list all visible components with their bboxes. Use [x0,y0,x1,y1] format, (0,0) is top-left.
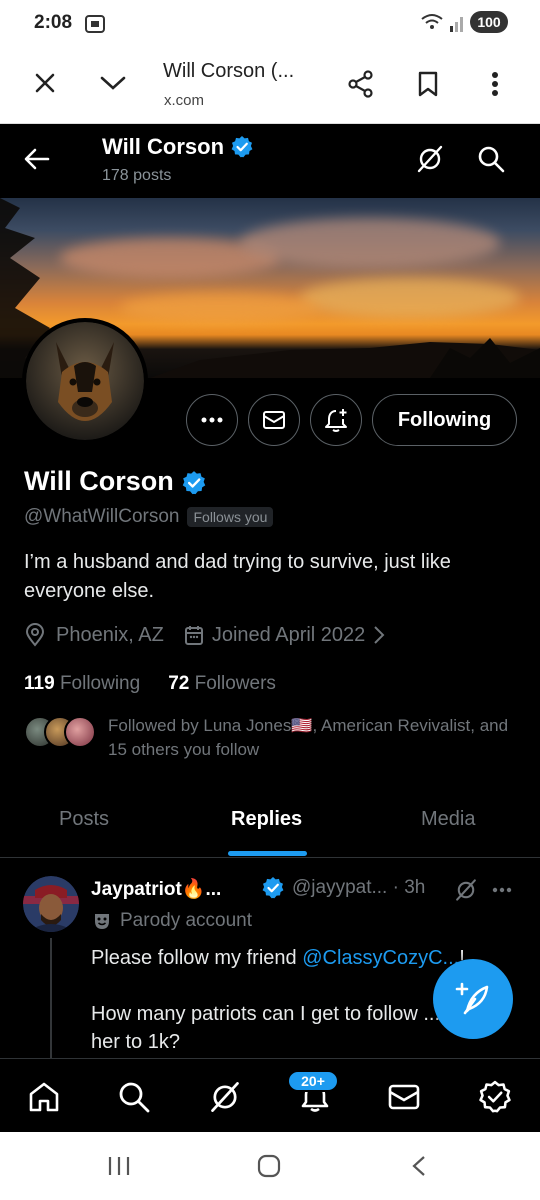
thread-line [50,938,52,1058]
status-time: 2:08 [34,12,73,33]
close-icon[interactable] [28,66,62,100]
theater-mask-icon [95,914,109,929]
search-icon[interactable] [476,144,508,176]
tab-media[interactable]: Media [421,808,475,831]
header-post-count: 178 posts [102,167,172,184]
profile-name: Will Corson [24,466,206,497]
tweet-author-avatar[interactable] [23,876,79,932]
battery-indicator: 100 [470,11,508,33]
grok-icon[interactable] [207,1079,243,1115]
notify-button[interactable] [310,394,362,446]
tweet-author-handle[interactable]: @jayypat... · 3h [292,877,425,899]
search-icon[interactable] [116,1079,152,1115]
home-icon[interactable] [26,1079,62,1115]
calendar-icon [184,626,203,645]
tweet-mention-link[interactable]: @ClassyCozyC... [302,947,459,969]
profile-avatar[interactable] [22,318,148,444]
browser-url[interactable]: x.com [164,92,204,109]
verified-badge-icon[interactable] [181,470,206,494]
mail-icon[interactable] [386,1079,422,1115]
profile-name-text: Will Corson [24,466,174,496]
tweet-text-part: Please follow my friend [91,947,303,969]
status-bar: 2:08 100 [0,0,540,46]
profile-bio: I’m a husband and dad trying to survive,… [24,551,451,602]
more-vertical-icon[interactable] [478,66,512,102]
compose-post-button[interactable] [433,959,513,1039]
mail-icon [263,411,285,429]
followers-label: Followers [194,673,276,694]
share-icon[interactable] [343,66,379,102]
tab-posts[interactable]: Posts [59,808,109,831]
chevron-right-icon[interactable] [373,625,385,645]
wifi-signal-icon [420,12,466,39]
parody-text: Parody account [120,910,253,931]
browser-toolbar: Will Corson (... x.com [0,46,540,124]
premium-verified-icon[interactable] [477,1079,513,1115]
location-pin-icon [25,623,45,647]
android-navigation-bar [0,1132,540,1200]
follow-stats: 119 Following 72 Followers [24,673,276,695]
browser-page-title: Will Corson (... [163,60,295,82]
profile-tabs: Posts Replies Media [0,790,540,858]
profile-header-bar: Will Corson 178 posts [0,124,540,198]
following-label: Following [59,673,141,694]
followed-by-text: Followed by Luna Jones🇺🇸, American Reviv… [108,716,509,759]
follower-avatars [24,716,96,748]
profile-handle: @WhatWillCorson Follows you [24,506,274,528]
recent-apps-icon[interactable] [106,1154,132,1183]
home-circle-icon[interactable] [256,1153,282,1184]
parody-label: Parody account [92,910,252,932]
follower-avatar [64,716,96,748]
followed-by-section[interactable]: Followed by Luna Jones🇺🇸, American Reviv… [24,714,524,762]
back-arrow-icon[interactable] [22,144,54,176]
header-name-text: Will Corson [102,134,225,159]
joined-date[interactable]: Joined April 2022 [212,624,365,647]
header-profile-name: Will Corson [102,134,254,160]
bottom-navigation: 20+ [0,1058,540,1132]
followers-count: 72 [168,673,190,694]
grok-icon[interactable] [415,144,447,176]
grok-icon[interactable] [454,878,478,907]
more-horizontal-icon [201,417,223,423]
more-options-button[interactable] [186,394,238,446]
tab-replies[interactable]: Replies [231,808,302,831]
followers-count-link[interactable]: 72 Followers [168,673,276,695]
bell-plus-icon [325,409,347,432]
message-button[interactable] [248,394,300,446]
following-count-link[interactable]: 119 Following [24,673,140,695]
following-button[interactable]: Following [372,394,517,446]
screen-cast-icon [84,14,106,39]
following-count: 119 [24,673,55,694]
tweet-author-name[interactable]: Jaypatriot🔥... [91,877,221,901]
handle-text: @WhatWillCorson [24,506,180,527]
more-horizontal-icon[interactable] [492,880,512,898]
notification-count-badge: 20+ [287,1070,339,1092]
profile-meta: Phoenix, AZ Joined April 2022 [24,623,385,647]
back-chevron-icon[interactable] [408,1154,432,1183]
chevron-down-icon[interactable] [96,66,130,100]
bookmark-icon[interactable] [410,66,446,102]
feather-plus-icon [455,982,489,1015]
verified-badge-icon [261,876,285,905]
verified-badge-icon [230,135,254,159]
location-text: Phoenix, AZ [56,623,164,646]
active-tab-indicator [228,851,307,856]
follows-you-badge: Follows you [187,507,274,527]
